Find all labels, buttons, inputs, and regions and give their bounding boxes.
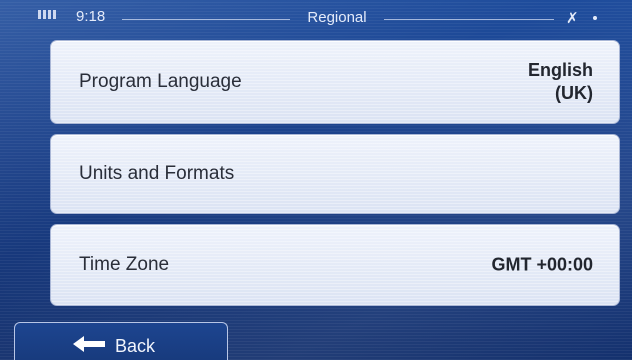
setting-value-line: (UK) [555,83,593,103]
title-divider-right [384,19,554,20]
setting-units-and-formats[interactable]: Units and Formats [50,134,620,214]
setting-value: English (UK) [528,59,593,105]
back-button[interactable]: Back [14,322,228,360]
setting-value-line: English [527,60,593,80]
back-arrow-icon [73,336,105,352]
title-divider-left [122,19,290,20]
gps-status-dot [593,16,597,20]
setting-label: Units and Formats [79,163,235,184]
status-bar: 9:18 Regional ✗ [0,0,632,36]
regional-screen: 9:18 Regional ✗ Program Language English… [0,0,632,360]
gps-satellite-icon[interactable]: ✗ [566,9,579,27]
setting-time-zone[interactable]: Time Zone GMT +00:00 [50,224,620,306]
setting-program-language[interactable]: Program Language English (UK) [50,40,620,124]
setting-label: Program Language [79,71,242,92]
signal-icon [38,10,56,19]
clock: 9:18 [76,8,106,25]
setting-label: Time Zone [79,254,170,275]
screen-title: Regional [307,9,367,26]
setting-value-line: GMT +00:00 [491,254,593,275]
back-label: Back [115,336,156,356]
setting-value: GMT +00:00 [491,254,593,277]
